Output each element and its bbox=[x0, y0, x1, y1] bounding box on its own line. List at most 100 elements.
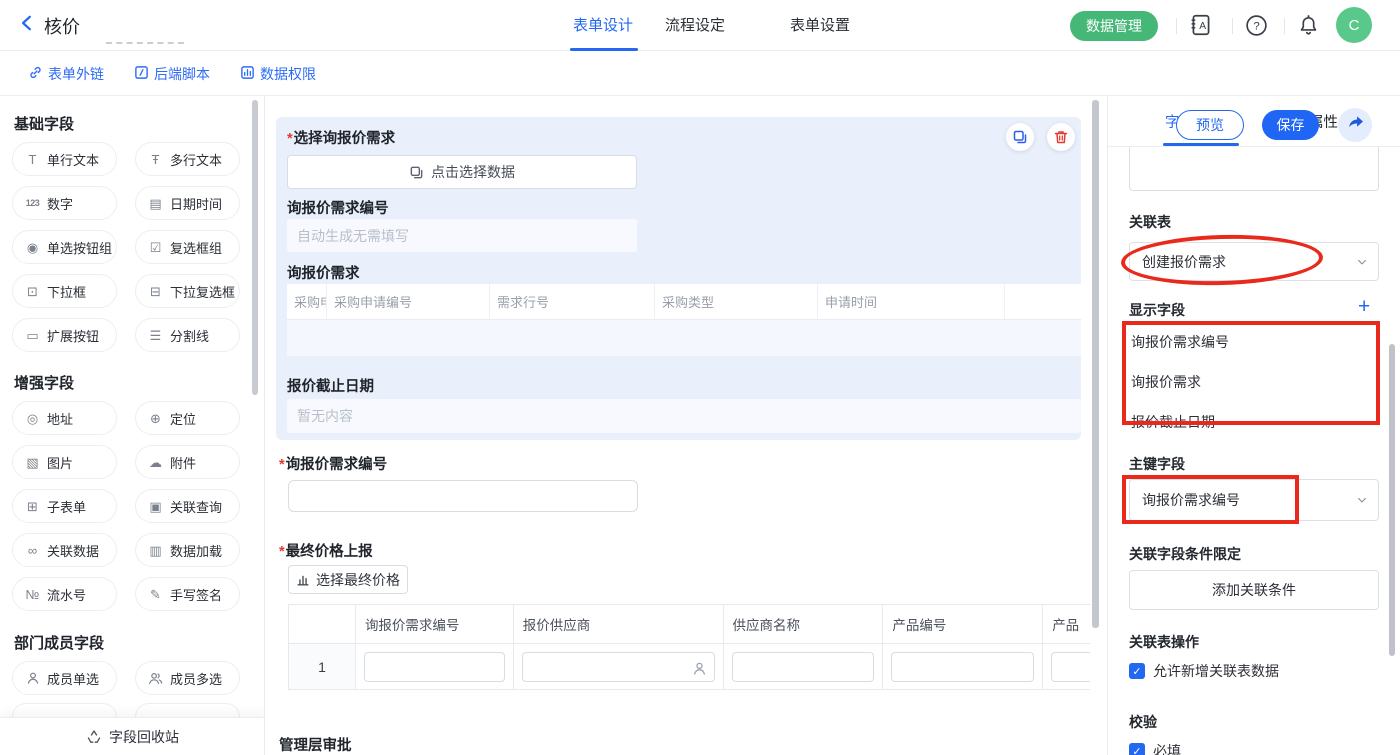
avatar[interactable]: C bbox=[1336, 7, 1372, 43]
field-pill[interactable]: ▣ 关联查询 bbox=[135, 489, 240, 523]
field-pill[interactable]: ▧ 图片 bbox=[12, 445, 117, 479]
journal-icon[interactable]: A bbox=[1188, 12, 1214, 38]
location-icon: ⊕ bbox=[147, 412, 164, 425]
field-pill[interactable]: ◎ 地址 bbox=[12, 401, 117, 435]
toolbar-link[interactable]: 数据权限 bbox=[240, 64, 316, 84]
field-pill-partial[interactable] bbox=[12, 703, 117, 717]
field-pill[interactable]: ✎ 手写签名 bbox=[135, 577, 240, 611]
tab-flow-settings[interactable]: 流程设定 bbox=[665, 14, 725, 35]
signature-icon: ✎ bbox=[147, 588, 164, 601]
final-price-table-header: 询报价需求编号报价供应商供应商名称产品编号产品 bbox=[288, 604, 1090, 644]
sidebar-scrollbar[interactable] bbox=[252, 100, 258, 395]
back-button[interactable] bbox=[18, 14, 36, 37]
display-field-item[interactable]: 询报价需求编号 bbox=[1131, 332, 1229, 352]
field-pill[interactable]: ⊟ 下拉复选框 bbox=[135, 274, 240, 308]
add-display-field-button[interactable]: + bbox=[1358, 296, 1370, 317]
panel-top-input[interactable] bbox=[1129, 147, 1379, 191]
required-row: ✓ 必填 bbox=[1129, 741, 1181, 755]
table-header-cell: 申请时间 bbox=[818, 284, 1005, 319]
properties-panel: 字段属性 表单属性 关联表 创建报价需求 显示字段 + 询报价需求编号询报价需求… bbox=[1107, 96, 1400, 755]
field-pill[interactable]: ⊕ 定位 bbox=[135, 401, 240, 435]
cell-input[interactable] bbox=[732, 652, 875, 682]
field-pill[interactable]: ▤ 日期时间 bbox=[135, 186, 240, 220]
field-title: *选择询报价需求 bbox=[287, 127, 395, 148]
data-manage-button[interactable]: 数据管理 bbox=[1070, 11, 1158, 41]
select-final-price-button[interactable]: 选择最终价格 bbox=[288, 565, 408, 594]
save-button[interactable]: 保存 bbox=[1262, 110, 1319, 140]
permission-icon bbox=[240, 65, 255, 83]
table-header-cell: 产品 bbox=[1043, 605, 1090, 643]
number-icon: 123 bbox=[24, 199, 41, 208]
cell-input[interactable] bbox=[1051, 652, 1090, 682]
display-field-item[interactable]: 报价截止日期 bbox=[1131, 412, 1229, 432]
cell-input[interactable] bbox=[364, 652, 505, 682]
toolbar-link[interactable]: 后端脚本 bbox=[134, 64, 210, 84]
field-pill[interactable]: ▥ 数据加载 bbox=[135, 533, 240, 567]
auto-number-input-wrap bbox=[287, 219, 637, 252]
add-condition-button[interactable]: 添加关联条件 bbox=[1129, 570, 1379, 610]
help-icon[interactable]: ? bbox=[1244, 13, 1269, 38]
field-pill[interactable]: ⊡ 下拉框 bbox=[12, 274, 117, 308]
auto-number-input[interactable] bbox=[297, 228, 620, 244]
cell-input[interactable] bbox=[522, 652, 715, 682]
cell-input[interactable] bbox=[891, 652, 1034, 682]
svg-text:?: ? bbox=[1253, 21, 1259, 33]
delete-button[interactable] bbox=[1047, 123, 1075, 151]
assoc-table-select[interactable]: 创建报价需求 bbox=[1129, 242, 1379, 281]
tab-form-settings[interactable]: 表单设置 bbox=[790, 14, 850, 35]
field-pill-partial[interactable] bbox=[135, 703, 240, 717]
field-label: 询报价需求 bbox=[287, 262, 360, 283]
selected-field-card[interactable]: *选择询报价需求 点击选择数据 询报价需求编号 询报价需求 采购申请行状态采购申… bbox=[276, 117, 1081, 440]
table-header-cell: 采购类型 bbox=[655, 284, 818, 319]
toolbar-link[interactable]: 表单外链 bbox=[28, 64, 104, 84]
form-link-icon bbox=[28, 65, 43, 83]
deadline-display: 暂无内容 bbox=[287, 399, 1081, 433]
field-pill[interactable]: № 流水号 bbox=[12, 577, 117, 611]
tab-form-design[interactable]: 表单设计 bbox=[573, 14, 633, 35]
bell-icon[interactable] bbox=[1296, 13, 1321, 38]
primary-key-select[interactable]: 询报价需求编号 bbox=[1129, 479, 1379, 521]
svg-text:A: A bbox=[1199, 21, 1206, 32]
field-label: 询报价需求编号 bbox=[287, 197, 389, 218]
field-pill[interactable]: T 单行文本 bbox=[12, 142, 117, 176]
required-checkbox[interactable]: ✓ bbox=[1129, 743, 1145, 755]
multi-dropdown-icon: ⊟ bbox=[147, 285, 164, 298]
field-pill[interactable]: Ŧ 多行文本 bbox=[135, 142, 240, 176]
allow-add-checkbox[interactable]: ✓ bbox=[1129, 663, 1145, 679]
display-fields-label: 显示字段 bbox=[1129, 300, 1185, 320]
field-pill[interactable]: ☑ 复选框组 bbox=[135, 230, 240, 264]
single-line-text-icon: T bbox=[24, 153, 41, 166]
top-bar: 核价 表单设计 流程设定 表单设置 数据管理 A ? C bbox=[0, 0, 1400, 51]
field-pill[interactable]: ☁ 附件 bbox=[135, 445, 240, 479]
field-recycle-bar[interactable]: 字段回收站 bbox=[0, 717, 265, 755]
preview-button[interactable]: 预览 bbox=[1176, 110, 1244, 140]
linked-query-icon: ▣ bbox=[147, 500, 164, 513]
table-header-cell: 采购申请行状态 bbox=[287, 284, 327, 319]
section-title-members: 部门成员字段 bbox=[14, 632, 104, 653]
table-header-cell: 需求行号 bbox=[490, 284, 655, 319]
row-index-cell: 1 bbox=[289, 644, 356, 689]
canvas-scrollbar[interactable] bbox=[1092, 100, 1099, 628]
panel-scrollbar[interactable] bbox=[1389, 344, 1395, 656]
select-data-button[interactable]: 点击选择数据 bbox=[287, 155, 637, 189]
field-pill[interactable]: ▭ 扩展按钮 bbox=[12, 318, 117, 352]
title-edit-underline[interactable] bbox=[106, 42, 184, 44]
field-pill[interactable]: ☰ 分割线 bbox=[135, 318, 240, 352]
table-header-cell: 询报价需求编号 bbox=[356, 605, 514, 643]
linked-table-header: 采购申请行状态采购申请编号需求行号采购类型申请时间 bbox=[287, 284, 1081, 320]
field-pill[interactable]: 成员单选 bbox=[12, 661, 117, 695]
copy-button[interactable] bbox=[1006, 123, 1034, 151]
field-pill[interactable]: ◉ 单选按钮组 bbox=[12, 230, 117, 264]
field-pill[interactable]: 成员多选 bbox=[135, 661, 240, 695]
member-single-icon bbox=[24, 671, 41, 685]
quote-number-input[interactable] bbox=[289, 481, 620, 511]
field-pill[interactable]: 123 数字 bbox=[12, 186, 117, 220]
page-title: 核价 bbox=[44, 13, 80, 39]
condition-label: 关联字段条件限定 bbox=[1129, 544, 1241, 564]
display-field-item[interactable]: 询报价需求 bbox=[1131, 372, 1229, 392]
field-pill[interactable]: ∞ 关联数据 bbox=[12, 533, 117, 567]
table-ops-label: 关联表操作 bbox=[1129, 632, 1199, 652]
checkbox-group-icon: ☑ bbox=[147, 241, 164, 254]
field-pill[interactable]: ⊞ 子表单 bbox=[12, 489, 117, 523]
share-button[interactable] bbox=[1338, 108, 1372, 142]
